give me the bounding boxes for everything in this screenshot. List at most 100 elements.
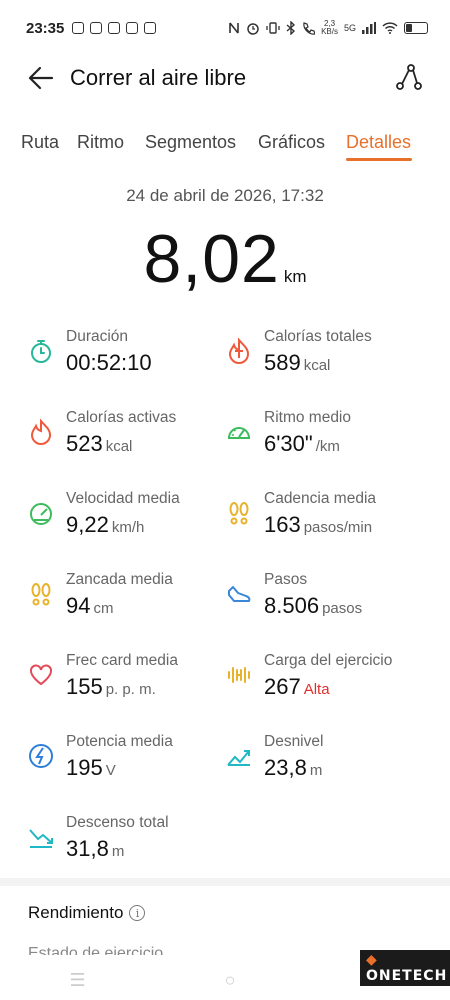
metric-value-row: 589 kcal: [264, 350, 330, 376]
menu-nav-icon[interactable]: ☰: [69, 970, 85, 991]
metric-unit: m: [309, 762, 323, 779]
metric-item: Carga del ejercicio 267 Alta: [226, 652, 431, 722]
metric-value: 195: [66, 755, 103, 780]
alarm-icon: [247, 23, 259, 35]
metric-label: Cadencia media: [264, 490, 377, 507]
distance-value: 8,02: [143, 221, 280, 297]
metric-value: 31,8: [66, 836, 109, 861]
metric-value: 94: [66, 593, 91, 618]
flame-icon: [30, 419, 52, 445]
tab-detalles[interactable]: Detalles: [346, 132, 411, 153]
stopwatch-icon: [31, 340, 51, 363]
workout-date: 24 de abril de 2026, 17:32: [126, 186, 324, 205]
home-nav-icon[interactable]: ○: [225, 970, 236, 991]
metric-value: 163: [264, 512, 301, 537]
metric-value-row: 155 p. p. m.: [66, 674, 156, 700]
nfc-icon: [229, 22, 239, 34]
metric-value-row: 94 cm: [66, 593, 113, 619]
metric-item: Velocidad media 9,22 km/h: [28, 490, 233, 560]
metric-unit: pasos/min: [303, 519, 373, 536]
stride-icon: [31, 583, 51, 606]
active-tab-indicator: [346, 158, 412, 161]
dumbbell-icon: [228, 667, 250, 683]
exercise-status-label: Estado de ejercicio: [28, 945, 164, 955]
call-icon: [303, 21, 316, 35]
metric-item: Calorías activas 523 kcal: [28, 409, 233, 479]
linkedin-icon: [126, 22, 139, 34]
signal-icon: [362, 22, 376, 34]
metric-value-row: 267 Alta: [264, 674, 330, 700]
metric-value-row: 8.506 pasos: [264, 593, 362, 619]
metric-label: Calorías activas: [66, 409, 177, 426]
tab-segmentos[interactable]: Segmentos: [145, 132, 236, 153]
app-icon: [90, 22, 103, 34]
metric-item: Calorías totales 589 kcal: [226, 328, 431, 398]
network-speed: 2,3 KB/s: [321, 19, 338, 36]
status-time: 23:35: [26, 19, 65, 37]
metric-value-row: 6'30"/km: [264, 431, 340, 457]
status-bar: 23:35 2,3 KB/s 5G: [0, 0, 450, 56]
metric-value-row: 00:52:10: [66, 350, 155, 376]
metric-value: 9,22: [66, 512, 109, 537]
metric-label: Carga del ejercicio: [264, 652, 393, 669]
metric-label: Calorías totales: [264, 328, 372, 345]
metric-value-row: 523 kcal: [66, 431, 132, 457]
network-type: 5G: [343, 23, 356, 33]
metric-label: Frec card media: [66, 652, 178, 669]
tab-ritmo[interactable]: Ritmo: [77, 132, 124, 153]
battery-icon: [404, 22, 428, 34]
metric-item: Descenso total 31,8 m: [28, 814, 233, 884]
metric-unit: km/h: [111, 519, 145, 536]
metric-label: Desnivel: [264, 733, 324, 750]
metric-unit: cm: [93, 600, 114, 617]
metric-label: Pasos: [264, 571, 308, 588]
metric-item: Cadencia media 163 pasos/min: [226, 490, 431, 560]
metric-value: 8.506: [264, 593, 320, 618]
instagram-icon: [72, 22, 85, 34]
metric-value-row: 23,8 m: [264, 755, 322, 781]
metric-value: 589: [264, 350, 301, 375]
watermark-logo: ◆ ONETECH: [360, 950, 450, 986]
tab-bar: Ruta Ritmo Segmentos Gráficos Detalles: [0, 128, 450, 162]
metric-unit: m: [111, 843, 125, 860]
metric-item: Frec card media 155 p. p. m.: [28, 652, 233, 722]
tab-ruta[interactable]: Ruta: [21, 132, 59, 153]
metric-item: Zancada media 94 cm: [28, 571, 233, 641]
wifi-icon: [382, 22, 398, 34]
metric-unit: kcal: [105, 438, 133, 455]
ascent-icon: [227, 750, 250, 766]
info-icon[interactable]: i: [129, 905, 146, 921]
status-right: 2,3 KB/s 5G: [228, 20, 428, 36]
metric-unit: Alta: [303, 681, 330, 698]
metric-unit: p. p. m.: [105, 681, 156, 698]
metric-label: Velocidad media: [66, 490, 180, 507]
distance-unit: km: [283, 267, 307, 286]
metric-value-row: 31,8 m: [66, 836, 124, 862]
youtube-icon: [144, 22, 157, 34]
tab-graficos[interactable]: Gráficos: [258, 132, 325, 153]
metric-unit: pasos: [322, 600, 363, 617]
metric-label: Potencia media: [66, 733, 173, 750]
section-divider: [0, 878, 450, 886]
metric-value: 155: [66, 674, 103, 699]
metric-value: 267: [264, 674, 301, 699]
metric-value: 6'30": [264, 431, 313, 456]
metric-item: Ritmo medio 6'30"/km: [226, 409, 431, 479]
metric-unit: /km: [315, 438, 340, 455]
metric-value-row: 163 pasos/min: [264, 512, 372, 538]
bluetooth-icon: [286, 21, 296, 35]
footprints-icon: [229, 502, 249, 525]
app-header: Correr al aire libre: [0, 56, 450, 100]
metric-unit: kcal: [303, 357, 331, 374]
page-title: Correr al aire libre: [70, 65, 247, 90]
metric-label: Duración: [66, 328, 129, 345]
metric-item: Duración 00:52:10: [28, 328, 233, 398]
route-icon[interactable]: [394, 62, 424, 92]
shoe-icon: [228, 586, 251, 602]
calories-total-icon: [228, 338, 250, 364]
back-arrow-icon[interactable]: [26, 64, 56, 92]
distance-summary: 8,02 km: [0, 220, 450, 298]
metric-value: 00:52:10: [66, 350, 152, 375]
metric-label: Descenso total: [66, 814, 169, 831]
metric-unit: V: [105, 762, 116, 779]
